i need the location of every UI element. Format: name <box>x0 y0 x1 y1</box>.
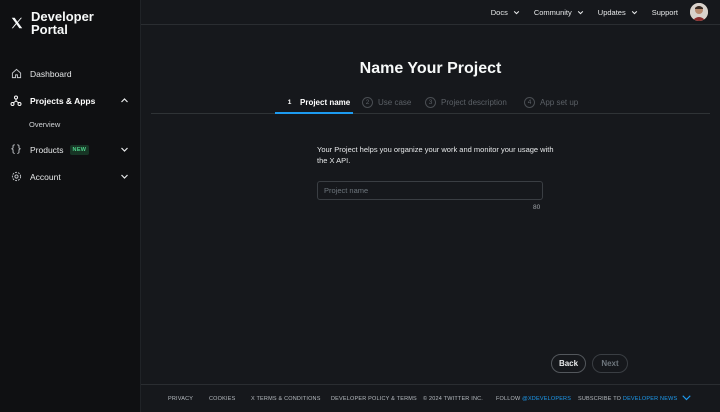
home-icon <box>10 68 22 80</box>
sidebar-item-account[interactable]: Account <box>0 163 141 190</box>
chevron-down-icon <box>513 10 520 15</box>
project-description-text: Your Project helps you organize your wor… <box>317 145 554 165</box>
sidebar-item-label: Account <box>30 171 61 182</box>
stepper: 1 Project name 2 Use case 3 Project desc… <box>151 91 710 114</box>
active-step-indicator <box>275 112 353 114</box>
step-number: 1 <box>287 99 292 106</box>
brand[interactable]: Developer Portal <box>10 10 94 36</box>
step-number: 4 <box>524 97 535 108</box>
footer-subscribe-link: DEVELOPER NEWS <box>622 396 678 402</box>
gear-icon <box>10 171 22 183</box>
sidebar-item-label: Projects & Apps <box>30 95 96 106</box>
brand-line-2: Portal <box>31 22 68 37</box>
new-badge: NEW <box>69 144 90 155</box>
footer-privacy-link[interactable]: PRIVACY <box>168 396 193 402</box>
sidebar-item-label: Products <box>30 144 64 155</box>
projects-icon <box>10 95 22 107</box>
footer-policy-link[interactable]: DEVELOPER POLICY & TERMS <box>331 396 417 402</box>
character-counter: 80 <box>533 204 541 211</box>
back-button[interactable]: Back <box>551 354 586 373</box>
step-number: 3 <box>425 97 436 108</box>
nav-community[interactable]: Community <box>534 8 584 17</box>
main-content: Name Your Project 1 Project name 2 Use c… <box>141 25 720 384</box>
chevron-down-icon[interactable] <box>682 395 691 401</box>
footer-terms-link[interactable]: X TERMS & CONDITIONS <box>251 396 321 402</box>
nav-updates-label: Updates <box>597 8 626 17</box>
chevron-down-icon <box>121 147 128 152</box>
sidebar-nav: Dashboard Projects & Apps Overview {} Pr… <box>0 60 141 190</box>
sidebar-item-projects[interactable]: Projects & Apps <box>0 87 141 114</box>
footer-follow[interactable]: FOLLOW @XDEVELOPERS <box>496 396 571 402</box>
step-app-set-up[interactable]: 4 App set up <box>524 91 578 114</box>
step-label: App set up <box>540 98 579 107</box>
step-project-description[interactable]: 3 Project description <box>425 91 507 114</box>
step-label: Project description <box>441 98 507 107</box>
nav-docs-label: Docs <box>490 8 508 17</box>
chevron-up-icon <box>121 98 128 103</box>
top-nav-links: Docs Community Updates Support <box>477 0 678 25</box>
sidebar: Developer Portal Dashboard Projects & Ap… <box>0 0 141 412</box>
step-project-name[interactable]: 1 Project name <box>284 91 351 114</box>
footer-follow-prefix: FOLLOW <box>496 396 523 402</box>
sidebar-item-products[interactable]: {} Products NEW <box>0 136 141 163</box>
step-label: Use case <box>378 98 412 107</box>
step-label: Project name <box>300 98 351 107</box>
project-name-input[interactable] <box>317 181 543 200</box>
step-number: 2 <box>362 97 373 108</box>
sidebar-item-dashboard[interactable]: Dashboard <box>0 60 141 87</box>
chevron-down-icon <box>121 174 128 179</box>
braces-icon: {} <box>9 144 23 155</box>
footer-subscribe-prefix: SUBSCRIBE TO <box>578 396 623 402</box>
next-button[interactable]: Next <box>592 354 628 373</box>
brand-title: Developer Portal <box>31 10 94 36</box>
top-nav: Docs Community Updates Support <box>141 0 720 25</box>
nav-docs[interactable]: Docs <box>491 8 520 17</box>
sidebar-item-overview[interactable]: Overview <box>0 114 141 134</box>
nav-community-label: Community <box>533 8 572 17</box>
footer-cookies-link[interactable]: COOKIES <box>209 396 235 402</box>
footer-copyright: © 2024 TWITTER INC. <box>423 396 484 402</box>
sidebar-item-label: Dashboard <box>30 68 72 79</box>
footer: PRIVACY COOKIES X TERMS & CONDITIONS DEV… <box>141 384 720 412</box>
avatar[interactable] <box>690 3 708 21</box>
footer-subscribe[interactable]: SUBSCRIBE TO DEVELOPER NEWS <box>578 396 677 402</box>
nav-support-label: Support <box>651 8 678 17</box>
x-logo-icon <box>11 17 23 29</box>
footer-follow-handle: @XDEVELOPERS <box>522 396 572 402</box>
chevron-down-icon <box>577 10 583 15</box>
step-use-case[interactable]: 2 Use case <box>362 91 411 114</box>
chevron-down-icon <box>631 10 637 15</box>
nav-updates[interactable]: Updates <box>598 8 638 17</box>
page-title: Name Your Project <box>359 60 502 77</box>
nav-support[interactable]: Support <box>652 8 678 17</box>
